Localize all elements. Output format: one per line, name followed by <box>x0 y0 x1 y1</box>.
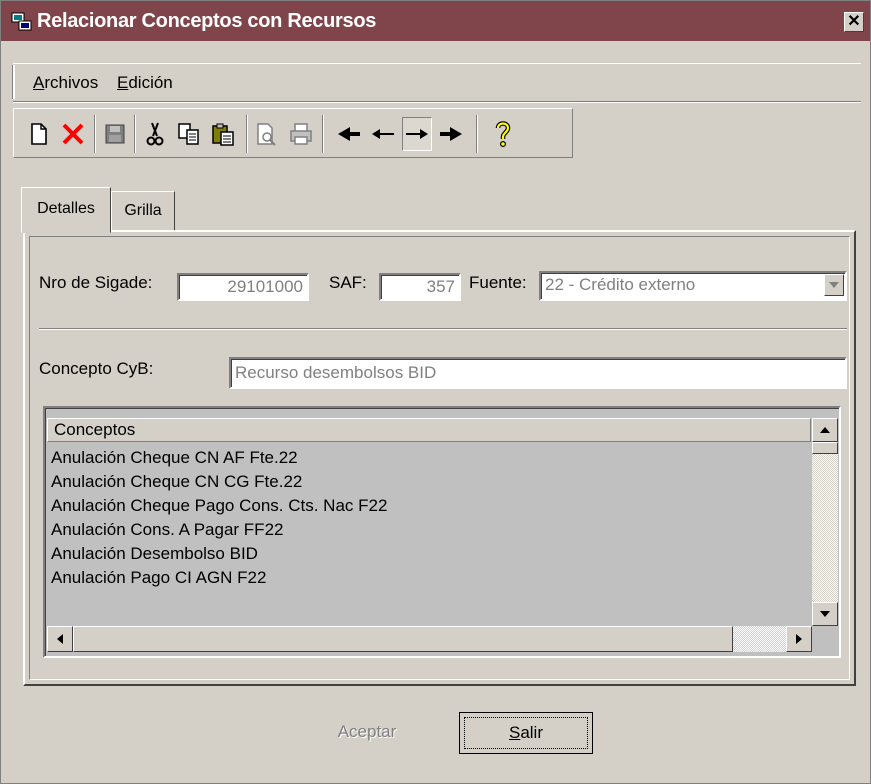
chevron-down-icon <box>829 282 839 288</box>
print-preview-icon <box>257 123 276 146</box>
tab-detalles[interactable]: Detalles <box>21 187 111 233</box>
next-record-icon <box>406 129 428 139</box>
grid-row[interactable]: Anulación Cons. A Pagar FF22 <box>51 518 811 542</box>
toolbar-separator <box>94 115 96 153</box>
paste-button[interactable] <box>208 117 238 151</box>
grid-rows: Anulación Cheque CN AF Fte.22 Anulación … <box>51 446 811 590</box>
fuente-label: Fuente: <box>469 273 527 292</box>
save-button[interactable] <box>100 117 130 151</box>
form-divider <box>39 328 847 330</box>
close-icon: ✕ <box>847 13 861 30</box>
first-record-button[interactable] <box>334 117 364 151</box>
menu-edicion-mnemonic: E <box>117 73 129 92</box>
print-button[interactable] <box>286 117 316 151</box>
grid-row[interactable]: Anulación Cheque Pago Cons. Cts. Nac F22 <box>51 494 811 518</box>
help-icon <box>495 121 511 148</box>
window-title: Relacionar Conceptos con Recursos <box>37 10 377 32</box>
new-button[interactable] <box>24 117 54 151</box>
menubar-divider <box>13 63 861 64</box>
new-document-icon <box>31 123 47 145</box>
salir-mnemonic: S <box>508 723 521 742</box>
arrow-down-icon <box>820 611 830 617</box>
copy-icon <box>178 123 199 145</box>
scroll-right-button[interactable] <box>786 626 812 652</box>
delete-icon <box>62 123 84 145</box>
last-record-button[interactable] <box>436 117 466 151</box>
nro-sigade-field[interactable]: 29101000 <box>177 273 309 301</box>
cut-icon <box>146 122 164 146</box>
arrow-left-icon <box>57 634 63 644</box>
conceptos-grid[interactable]: Conceptos Anulación Cheque CN AF Fte.22 … <box>43 406 841 658</box>
scroll-down-button[interactable] <box>812 602 838 626</box>
scroll-up-button[interactable] <box>812 418 838 442</box>
toolbar-separator <box>134 115 136 153</box>
toolbar-divider <box>13 101 861 103</box>
aceptar-mnemonic: A <box>337 722 350 741</box>
menu-edicion[interactable]: Edición <box>117 73 173 93</box>
previous-record-icon <box>372 129 394 139</box>
concepto-cyb-label: Concepto CyB: <box>39 359 154 378</box>
grid-row[interactable]: Anulación Cheque CN AF Fte.22 <box>51 446 811 470</box>
menu-bar: Archivos Edición <box>13 65 863 99</box>
print-preview-button[interactable] <box>252 117 282 151</box>
previous-record-button[interactable] <box>368 117 398 151</box>
arrow-up-icon <box>820 427 830 433</box>
toolbar-separator <box>246 115 248 153</box>
menu-edicion-label: dición <box>128 73 173 92</box>
tab-grilla[interactable]: Grilla <box>111 191 175 231</box>
grid-row[interactable]: Anulación Desembolso BID <box>51 542 811 566</box>
toolbar <box>13 108 573 158</box>
saf-label: SAF: <box>329 273 367 292</box>
aceptar-button[interactable]: Aceptar <box>311 712 423 754</box>
menu-archivos-mnemonic: A <box>33 73 45 92</box>
next-record-button[interactable] <box>402 117 432 151</box>
nro-sigade-label: Nro de Sigade: <box>39 273 153 292</box>
fuente-select[interactable]: 22 - Crédito externo <box>539 271 847 301</box>
vertical-scroll-thumb[interactable] <box>812 442 838 454</box>
toolbar-separator <box>322 115 324 153</box>
horizontal-scroll-thumb[interactable] <box>73 626 733 652</box>
dialog-window: Relacionar Conceptos con Recursos ✕ Arch… <box>0 0 871 784</box>
delete-button[interactable] <box>58 117 88 151</box>
concepto-cyb-field[interactable]: Recurso desembolsos BID <box>229 357 847 389</box>
fuente-select-value: 22 - Crédito externo <box>545 275 696 294</box>
menu-archivos[interactable]: Archivos <box>33 73 98 93</box>
saf-field[interactable]: 357 <box>379 273 461 301</box>
salir-button[interactable]: Salir <box>459 712 593 754</box>
print-icon <box>290 123 312 145</box>
vertical-scrollbar[interactable] <box>812 418 838 626</box>
scroll-left-button[interactable] <box>47 626 73 652</box>
save-icon <box>105 124 125 144</box>
last-record-icon <box>440 127 462 141</box>
first-record-icon <box>338 127 360 141</box>
aceptar-label: ceptar <box>349 722 397 741</box>
help-button[interactable] <box>488 117 518 151</box>
toolbar-separator <box>476 115 478 153</box>
title-bar[interactable]: Relacionar Conceptos con Recursos ✕ <box>1 1 870 41</box>
grid-column-header[interactable]: Conceptos <box>47 418 811 442</box>
paste-icon <box>212 123 234 146</box>
horizontal-scrollbar[interactable] <box>47 626 812 652</box>
menu-archivos-label: rchivos <box>44 73 99 92</box>
copy-button[interactable] <box>174 117 204 151</box>
app-icon <box>11 12 32 31</box>
arrow-right-icon <box>796 634 802 644</box>
close-button[interactable]: ✕ <box>844 12 864 32</box>
fuente-dropdown-button[interactable] <box>824 274 844 296</box>
grid-row[interactable]: Anulación Pago CI AGN F22 <box>51 566 811 590</box>
salir-label: alir <box>520 723 543 742</box>
grid-row[interactable]: Anulación Cheque CN CG Fte.22 <box>51 470 811 494</box>
cut-button[interactable] <box>140 117 170 151</box>
